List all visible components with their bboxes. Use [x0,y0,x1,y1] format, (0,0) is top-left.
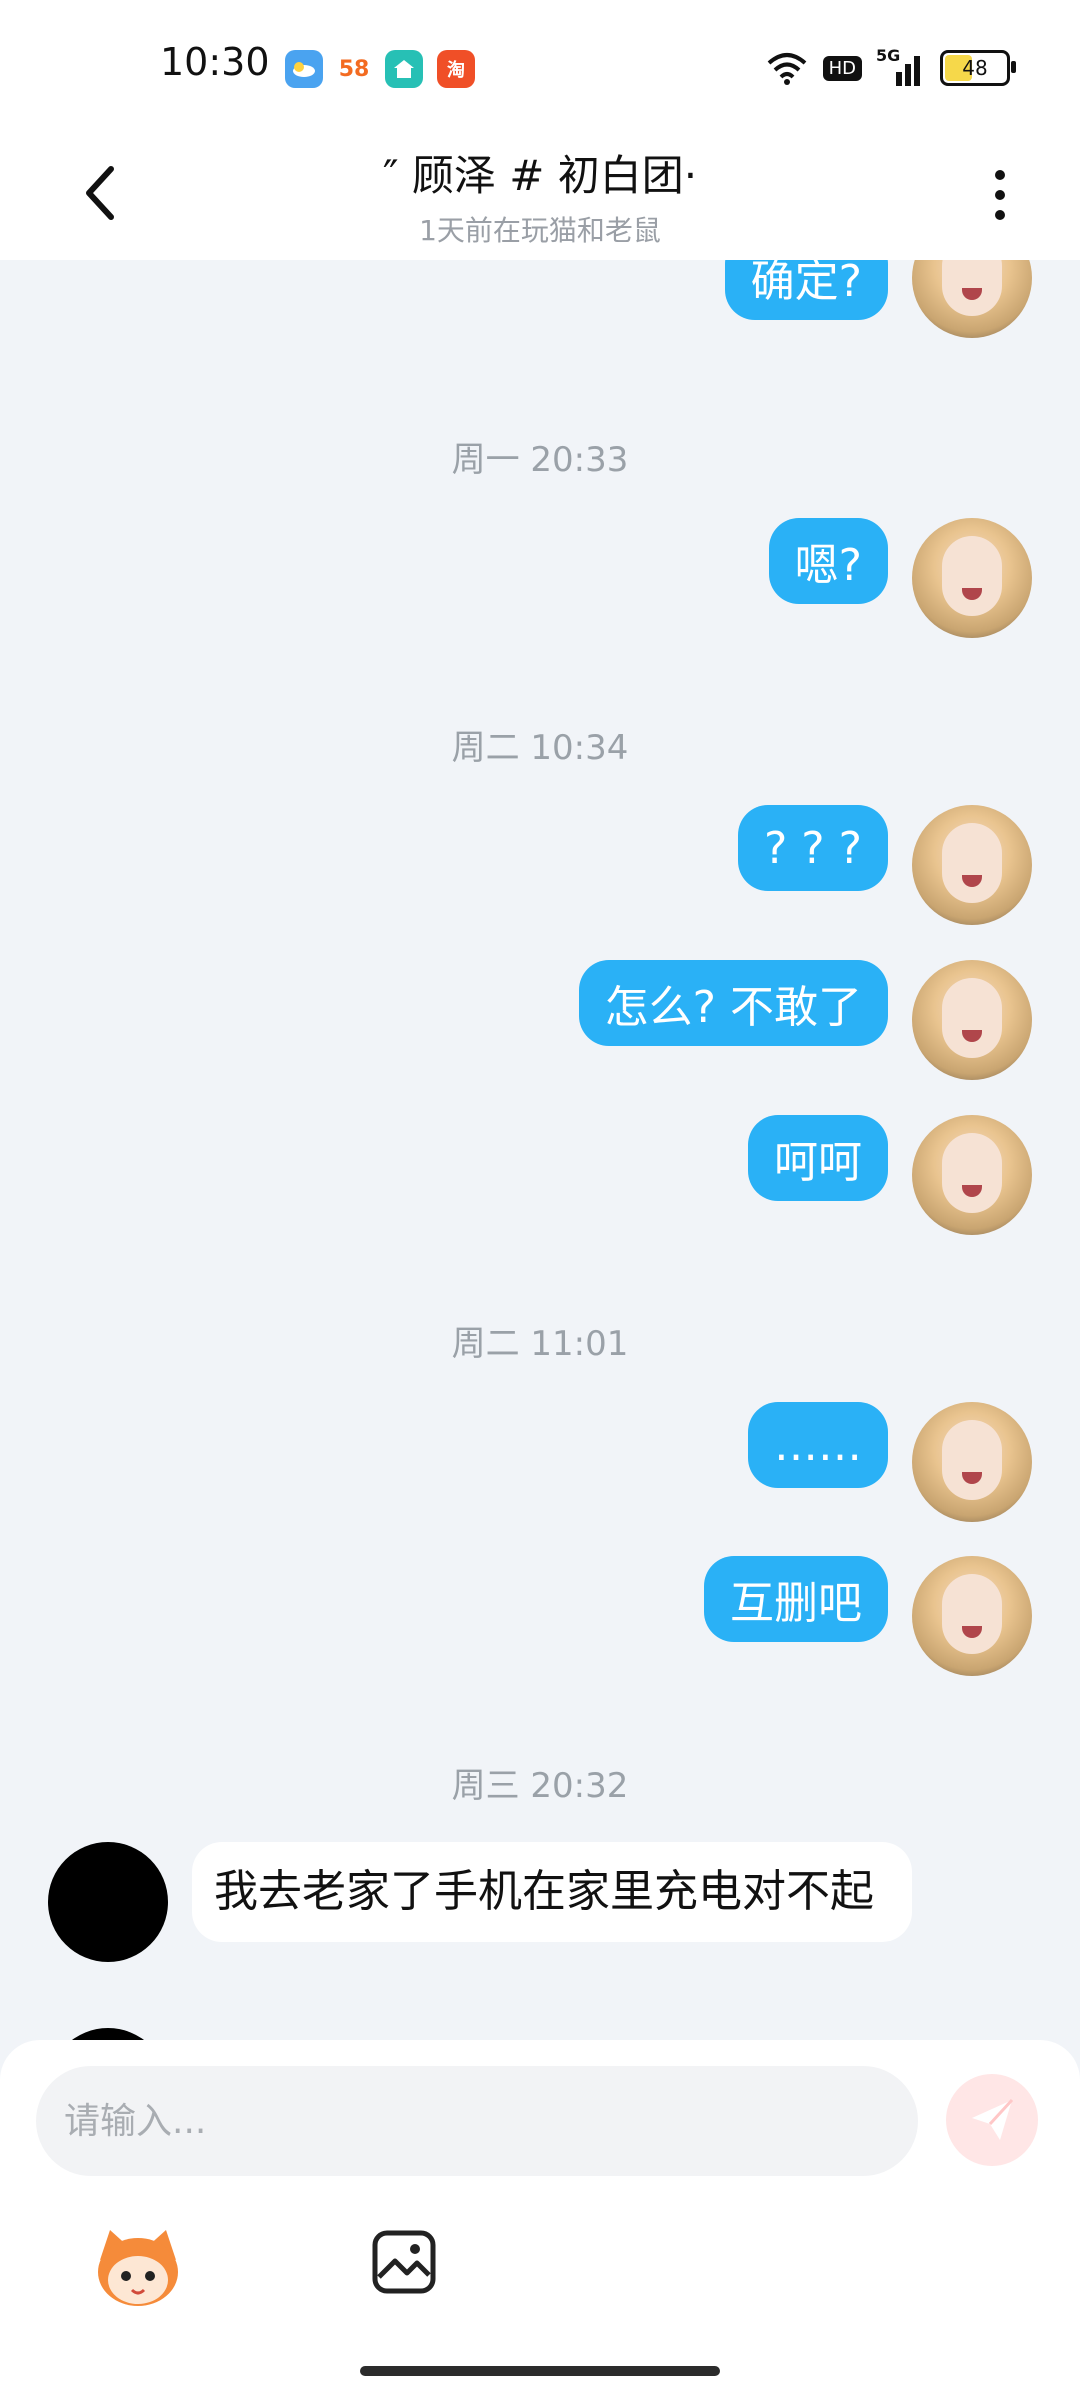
more-dot-icon [995,190,1005,200]
contact-avatar[interactable] [48,2028,168,2040]
taobao-icon-label: 淘 [447,60,465,81]
status-indicators: HD 5G 48 [765,46,1016,90]
more-dot-icon [995,210,1005,220]
message-bubble-outgoing[interactable]: 嗯? [768,518,888,604]
message-bubble-outgoing[interactable]: 互删吧 [704,1556,888,1642]
signal-label: 5G [876,46,901,65]
battery-icon: 48 [940,50,1016,86]
message-row: 我去老家了手机在家里充电对不起 [0,1842,1080,2002]
my-avatar[interactable] [912,1402,1032,1522]
message-bubble-outgoing[interactable]: …… [748,1402,888,1488]
mascot-sticker-icon [98,2230,178,2306]
status-bar: 10:30 58 淘 HD 5G 48 [0,0,1080,130]
58-app-icon-label: 58 [338,56,370,82]
contact-name: ″ 顾泽 # 初白团· [382,151,698,200]
chat-header: ″ 顾泽 # 初白团· 1天前在玩猫和老鼠 [0,130,1080,260]
message-bubble-outgoing[interactable]: 呵呵 [748,1115,888,1201]
hd-badge: HD [822,55,862,81]
sticker-button[interactable] [90,2220,186,2316]
my-avatar[interactable] [912,260,1032,338]
message-row: 呵呵 [0,1115,1080,1235]
contact-status: 1天前在玩猫和老鼠 [419,214,661,247]
composer-panel [0,2040,1080,2400]
more-options-button[interactable] [980,160,1020,230]
send-icon [972,2098,1014,2140]
message-bubble-outgoing[interactable]: 怎么? 不敢了 [578,960,888,1046]
58-app-icon: 58 [335,50,373,88]
weather-icon [285,50,323,88]
status-time: 10:30 [160,40,270,84]
my-avatar[interactable] [912,1115,1032,1235]
message-bubble-outgoing[interactable]: ? ? ? [737,805,888,891]
home-indicator[interactable] [360,2366,720,2376]
message-timestamp: 周二 11:01 [451,1324,629,1364]
my-avatar[interactable] [912,1556,1032,1676]
battery-level: 48 [962,56,988,80]
message-bubble-outgoing[interactable]: 确定? [724,260,888,320]
more-dot-icon [995,170,1005,180]
message-row: 怎么? 不敢了 [0,960,1080,1080]
contact-avatar[interactable] [48,1842,168,1962]
my-avatar[interactable] [912,805,1032,925]
message-list[interactable]: 确定? 周一 20:33 嗯? 周二 10:34 ? ? ? 怎么? 不敢了 呵… [0,260,1080,2040]
message-row: …… [0,1402,1080,1522]
home-app-icon [385,50,423,88]
message-timestamp: 周二 10:34 [451,728,629,768]
message-bubble-incoming[interactable]: 我去老家了手机在家里充电对不起 [192,1842,912,1942]
message-timestamp: 周三 20:32 [451,1766,629,1806]
message-timestamp: 周一 20:33 [451,440,629,480]
wifi-icon [767,53,806,85]
message-row: 确定? [0,260,1080,354]
taobao-icon: 淘 [437,50,475,88]
image-button[interactable] [368,2226,440,2298]
message-row: 互删吧 [0,1556,1080,1676]
message-row: 嗯? [0,518,1080,638]
image-icon [372,2230,436,2294]
my-avatar[interactable] [912,518,1032,638]
message-row: ? ? ? [0,805,1080,925]
header-title-block[interactable]: ″ 顾泽 # 初白团· 1天前在玩猫和老鼠 [0,142,1080,249]
send-button[interactable] [946,2074,1038,2166]
message-input[interactable] [36,2066,918,2176]
signal-icon: 5G [876,46,926,86]
my-avatar[interactable] [912,960,1032,1080]
